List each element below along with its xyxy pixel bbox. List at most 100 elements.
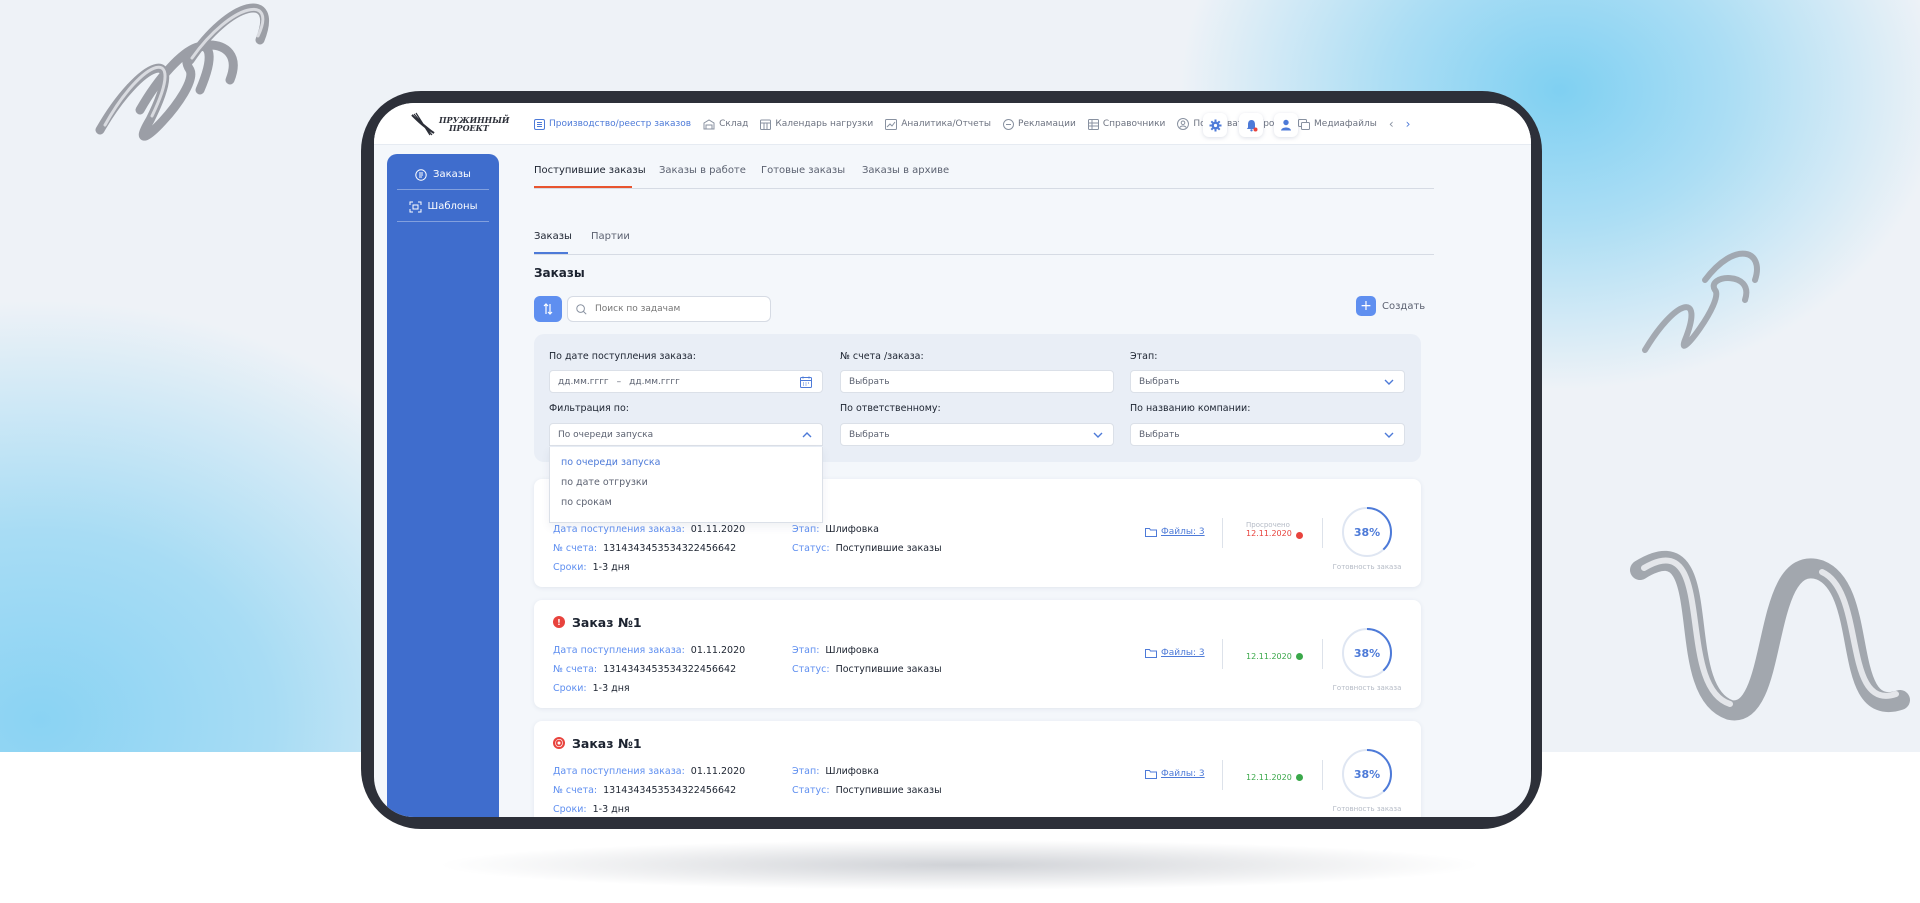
chevron-down-icon bbox=[1384, 379, 1394, 385]
nav-item-production[interactable]: Производство/реестр заказов bbox=[534, 118, 691, 130]
due-date-value: 12.11.2020 bbox=[1246, 529, 1292, 538]
tab-received[interactable]: Поступившие заказы bbox=[534, 165, 646, 176]
ok-status-dot bbox=[1296, 653, 1303, 660]
order-invoice: № счета: 1314343453534322456642 bbox=[553, 664, 736, 675]
stage-select-value: Выбрать bbox=[1139, 376, 1180, 387]
dropdown-option-terms[interactable]: по срокам bbox=[561, 497, 612, 508]
chevron-up-icon bbox=[802, 432, 812, 438]
calendar-icon[interactable] bbox=[800, 376, 812, 388]
logo[interactable]: ПРУЖИННЫЙ ПРОЕКТ bbox=[410, 111, 509, 137]
files-link[interactable]: Файлы: 3 bbox=[1145, 527, 1205, 537]
date-range-input[interactable]: дд.мм.гггг – дд.мм.гггг bbox=[549, 370, 823, 393]
date-separator: – bbox=[616, 376, 622, 387]
nav-label: Медиафайлы bbox=[1314, 119, 1377, 129]
company-select-value: Выбрать bbox=[1139, 429, 1180, 440]
book-icon bbox=[1087, 118, 1099, 130]
invoice-label: № счета: bbox=[553, 785, 598, 796]
nav-item-media[interactable]: Медиафайлы bbox=[1298, 118, 1377, 130]
order-terms: Сроки: 1-3 дня bbox=[553, 562, 630, 573]
nav-label: Аналитика/Отчеты bbox=[901, 119, 992, 129]
terms-value: 1-3 дня bbox=[592, 562, 630, 573]
invoice-placeholder: Выбрать bbox=[849, 376, 890, 387]
order-stage: Этап: Шлифовка bbox=[792, 524, 879, 535]
sidebar-item-orders[interactable]: Заказы bbox=[397, 160, 489, 190]
gear-icon bbox=[1209, 119, 1221, 131]
order-invoice: № счета: 1314343453534322456642 bbox=[553, 785, 736, 796]
invoice-value: 1314343453534322456642 bbox=[603, 785, 737, 796]
subtab-orders[interactable]: Заказы bbox=[534, 231, 572, 242]
filter-by-dropdown: по очереди запуска по дате отгрузки по с… bbox=[549, 447, 823, 523]
tab-ready[interactable]: Готовые заказы bbox=[761, 165, 845, 176]
terms-value: 1-3 дня bbox=[592, 804, 630, 815]
chevron-down-icon bbox=[1384, 432, 1394, 438]
invoice-value: 1314343453534322456642 bbox=[603, 543, 737, 554]
stage-select[interactable]: Выбрать bbox=[1130, 370, 1405, 393]
due-date: Просрочено 12.11.2020 bbox=[1246, 521, 1292, 538]
sidebar-item-templates[interactable]: Шаблоны bbox=[397, 192, 489, 222]
nav-label: Склад bbox=[719, 119, 749, 129]
terms-label: Сроки: bbox=[553, 804, 587, 815]
due-date-value: 12.11.2020 bbox=[1246, 773, 1292, 782]
dropdown-option-launch-queue[interactable]: по очереди запуска bbox=[561, 457, 660, 468]
invoice-input[interactable]: Выбрать bbox=[840, 370, 1114, 393]
status-label: Статус: bbox=[792, 664, 830, 675]
order-card[interactable]: ⦿ Заказ №1 Дата поступления заказа: 01.11… bbox=[534, 721, 1421, 817]
stage-filter-label: Этап: bbox=[1130, 351, 1158, 362]
user-icon bbox=[1281, 119, 1291, 131]
nav-item-calendar[interactable]: Календарь нагрузки bbox=[760, 119, 873, 130]
order-invoice: № счета: 1314343453534322456642 bbox=[553, 543, 736, 554]
priority-icon: ⦿ bbox=[553, 737, 565, 749]
status-value: Поступившие заказы bbox=[835, 664, 942, 675]
files-label: Файлы: 3 bbox=[1161, 769, 1205, 779]
plus-icon: + bbox=[1356, 296, 1376, 316]
user-circle-icon bbox=[1177, 118, 1190, 130]
folder-icon bbox=[1145, 528, 1157, 537]
tab-archive[interactable]: Заказы в архиве bbox=[862, 165, 949, 176]
tab-in-work[interactable]: Заказы в работе bbox=[659, 165, 746, 176]
nav-item-analytics[interactable]: Аналитика/Отчеты bbox=[885, 118, 992, 130]
search-box bbox=[567, 296, 771, 322]
device-shadow bbox=[440, 840, 1480, 890]
top-navbar: ПРУЖИННЫЙ ПРОЕКТ Производство/реестр зак… bbox=[374, 103, 1531, 145]
files-link[interactable]: Файлы: 3 bbox=[1145, 769, 1205, 779]
order-date: Дата поступления заказа: 01.11.2020 bbox=[553, 766, 745, 777]
order-card[interactable]: ! Заказ №1 Дата поступления заказа: 01.11… bbox=[534, 600, 1421, 708]
date-value: 01.11.2020 bbox=[690, 645, 746, 656]
bell-icon bbox=[1246, 119, 1257, 131]
profile-button[interactable] bbox=[1274, 113, 1298, 137]
invoice-label: № счета: bbox=[553, 664, 598, 675]
nav-item-users[interactable]: Пользователи/роли bbox=[1177, 118, 1286, 130]
progress-ring: 38% bbox=[1342, 749, 1392, 799]
subtab-batches[interactable]: Партии bbox=[591, 231, 630, 242]
files-link[interactable]: Файлы: 3 bbox=[1145, 648, 1205, 658]
logo-text-line2: ПРОЕКТ bbox=[449, 123, 489, 133]
company-select[interactable]: Выбрать bbox=[1130, 423, 1405, 446]
nav-prev-icon[interactable]: ‹ bbox=[1389, 117, 1394, 131]
spring-decoration-right-large bbox=[1630, 551, 1910, 721]
settings-button[interactable] bbox=[1203, 113, 1227, 137]
calendar-icon bbox=[760, 119, 772, 130]
invoice-value: 1314343453534322456642 bbox=[603, 664, 737, 675]
nav-item-directories[interactable]: Справочники bbox=[1087, 118, 1165, 130]
order-date: Дата поступления заказа: 01.11.2020 bbox=[553, 645, 745, 656]
app-screen: ПРУЖИННЫЙ ПРОЕКТ Производство/реестр зак… bbox=[374, 103, 1531, 817]
ok-status-dot bbox=[1296, 774, 1303, 781]
nav-item-complaints[interactable]: Рекламации bbox=[1003, 118, 1076, 130]
date-label: Дата поступления заказа: bbox=[553, 524, 685, 535]
stage-label: Этап: bbox=[792, 766, 820, 777]
dropdown-option-ship-date[interactable]: по дате отгрузки bbox=[561, 477, 648, 488]
orders-icon bbox=[415, 168, 427, 181]
search-input[interactable] bbox=[595, 304, 755, 314]
nav-next-icon[interactable]: › bbox=[1406, 117, 1411, 131]
notifications-button[interactable] bbox=[1239, 113, 1263, 137]
stage-label: Этап: bbox=[792, 645, 820, 656]
responsible-select[interactable]: Выбрать bbox=[840, 423, 1114, 446]
sidebar-item-label: Шаблоны bbox=[427, 201, 478, 212]
spring-decoration-right-small bbox=[1642, 250, 1760, 353]
sort-button[interactable] bbox=[534, 296, 562, 322]
nav-item-warehouse[interactable]: Склад bbox=[703, 118, 749, 130]
create-button[interactable]: + Создать bbox=[1356, 296, 1425, 316]
order-date: Дата поступления заказа: 01.11.2020 bbox=[553, 524, 745, 535]
files-label: Файлы: 3 bbox=[1161, 527, 1205, 537]
filter-by-select[interactable]: По очереди запуска bbox=[549, 423, 823, 446]
